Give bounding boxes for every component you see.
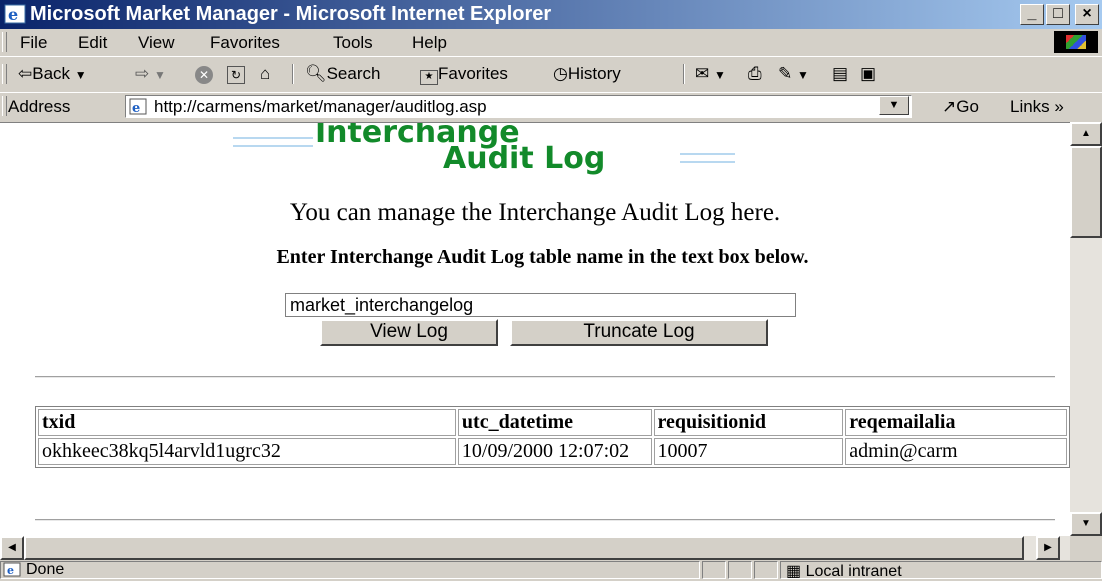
table-row: okhkeec38kq5l4arvld1ugrc32 10/09/2000 12… [38,438,1067,465]
page-icon: e [129,98,147,115]
search-button[interactable]: 🔍︎Search [305,64,380,84]
stop-icon: ✕ [195,66,213,84]
heading-decoration [233,137,313,147]
toolbar-separator [292,64,294,84]
mail-icon: ✉ [695,64,710,83]
refresh-button[interactable]: ↻ [227,64,245,84]
messenger-icon: ▣ [860,64,877,83]
edit-icon: ✎ [778,64,793,83]
intranet-icon: ▦ [786,563,802,580]
favorites-button[interactable]: ★ Favorites [420,64,508,85]
address-input[interactable]: e http://carmens/market/manager/auditlog… [125,95,912,118]
scroll-right-arrow-icon[interactable]: ▶ [1036,536,1060,560]
divider [35,519,1055,521]
home-icon: ⌂ [260,64,271,83]
menu-view[interactable]: View [138,33,175,53]
page-viewport: Interchange Audit Log You can manage the… [0,122,1070,537]
svg-text:e: e [8,5,18,24]
column-header-utc-datetime: utc_datetime [457,409,652,436]
table-name-input[interactable] [285,293,796,317]
close-button[interactable]: × [1075,4,1099,25]
edit-button[interactable]: ✎ ▼ [778,64,809,84]
intro-text: You can manage the Interchange Audit Log… [289,199,781,226]
maximize-button[interactable]: □ [1046,4,1070,25]
scroll-up-arrow-icon[interactable]: ▲ [1070,122,1102,146]
forward-button[interactable]: ⇨ ▼ [135,64,166,84]
browser-window: e Microsoft Market Manager - Microsoft I… [0,0,1102,580]
history-button[interactable]: ◷History [553,64,621,84]
menu-tools[interactable]: Tools [333,33,373,53]
address-label: Address [8,97,71,116]
vertical-scroll-thumb[interactable] [1070,146,1102,238]
discuss-icon: ▤ [832,64,849,83]
instruction-text: Enter Interchange Audit Log table name i… [276,246,809,268]
menu-bar: File Edit View Favorites Tools Help [0,29,1102,57]
internet-explorer-icon: e [4,4,26,24]
scroll-down-arrow-icon[interactable]: ▼ [1070,512,1102,536]
column-header-reqemailalias: reqemailalia [845,409,1067,436]
print-button[interactable]: ⎙ [748,64,762,84]
status-pane [702,561,726,579]
table-header-row: txid utc_datetime requisitionid reqemail… [38,409,1067,436]
back-button[interactable]: ⇦Back ▼ [18,64,87,84]
stop-button[interactable]: ✕ [195,64,213,84]
scrollbar-corner [1070,536,1102,560]
divider [35,376,1055,378]
column-header-txid: txid [38,409,456,436]
truncate-log-button[interactable]: Truncate Log [510,319,768,346]
column-header-requisitionid: requisitionid [653,409,844,436]
menu-file[interactable]: File [20,33,47,53]
menu-favorites[interactable]: Favorites [210,33,280,53]
svg-text:e: e [7,564,14,577]
horizontal-scrollbar[interactable]: ◀ ▶ [0,536,1070,560]
address-grip[interactable] [2,96,7,116]
status-pane [0,561,700,579]
page-done-icon: e [3,562,21,577]
zone-indicator: ▦ Local intranet [786,563,902,580]
address-url: http://carmens/market/manager/auditlog.a… [154,97,487,116]
status-pane [754,561,778,579]
status-bar: e Done ▦ Local intranet [0,560,1102,580]
home-button[interactable]: ⌂ [260,64,270,84]
audit-log-table: txid utc_datetime requisitionid reqemail… [35,406,1070,468]
title-bar[interactable]: e Microsoft Market Manager - Microsoft I… [0,0,1102,29]
links-button[interactable]: Links » [1010,97,1064,117]
mail-button[interactable]: ✉ ▼ [695,64,726,84]
messenger-button[interactable]: ▣ [860,64,876,84]
horizontal-scroll-thumb[interactable] [24,536,1024,560]
toolbar-grip[interactable] [2,64,7,84]
menu-grip[interactable] [2,32,7,52]
vertical-scrollbar[interactable]: ▲ ▼ [1070,122,1102,536]
favorites-icon: ★ [420,70,438,85]
cell-utc-datetime: 10/09/2000 12:07:02 [457,438,652,465]
discuss-button[interactable]: ▤ [832,64,848,84]
menu-edit[interactable]: Edit [78,33,107,53]
go-arrow-icon: ↗ [942,97,957,116]
address-bar: Address e http://carmens/market/manager/… [0,93,1102,121]
search-icon: 🔍︎ [305,64,327,83]
status-text: Done [26,561,65,578]
heading-decoration [680,153,735,163]
standard-toolbar: ⇦Back ▼ ⇨ ▼ ✕ ↻ ⌂ 🔍︎Search ★ Favorites ◷H… [0,57,1102,93]
menu-help[interactable]: Help [412,33,447,53]
view-log-button[interactable]: View Log [320,319,498,346]
refresh-icon: ↻ [227,66,245,84]
cell-requisitionid: 10007 [653,438,844,465]
scroll-left-arrow-icon[interactable]: ◀ [0,536,24,560]
address-dropdown-button[interactable]: ▼ [879,96,909,115]
forward-arrow-icon: ⇨ [135,64,150,83]
minimize-button[interactable]: _ [1020,4,1044,25]
page-heading-line2: Audit Log [443,141,606,176]
window-title: Microsoft Market Manager - Microsoft Int… [30,3,552,25]
history-icon: ◷ [553,64,568,83]
windows-logo-icon [1054,31,1098,53]
go-button[interactable]: ↗Go [942,97,979,117]
cell-reqemailalias: admin@carm [845,438,1067,465]
toolbar-separator [683,64,685,84]
svg-text:e: e [132,101,140,115]
printer-icon: ⎙ [748,64,762,83]
status-pane [728,561,752,579]
cell-txid: okhkeec38kq5l4arvld1ugrc32 [38,438,456,465]
